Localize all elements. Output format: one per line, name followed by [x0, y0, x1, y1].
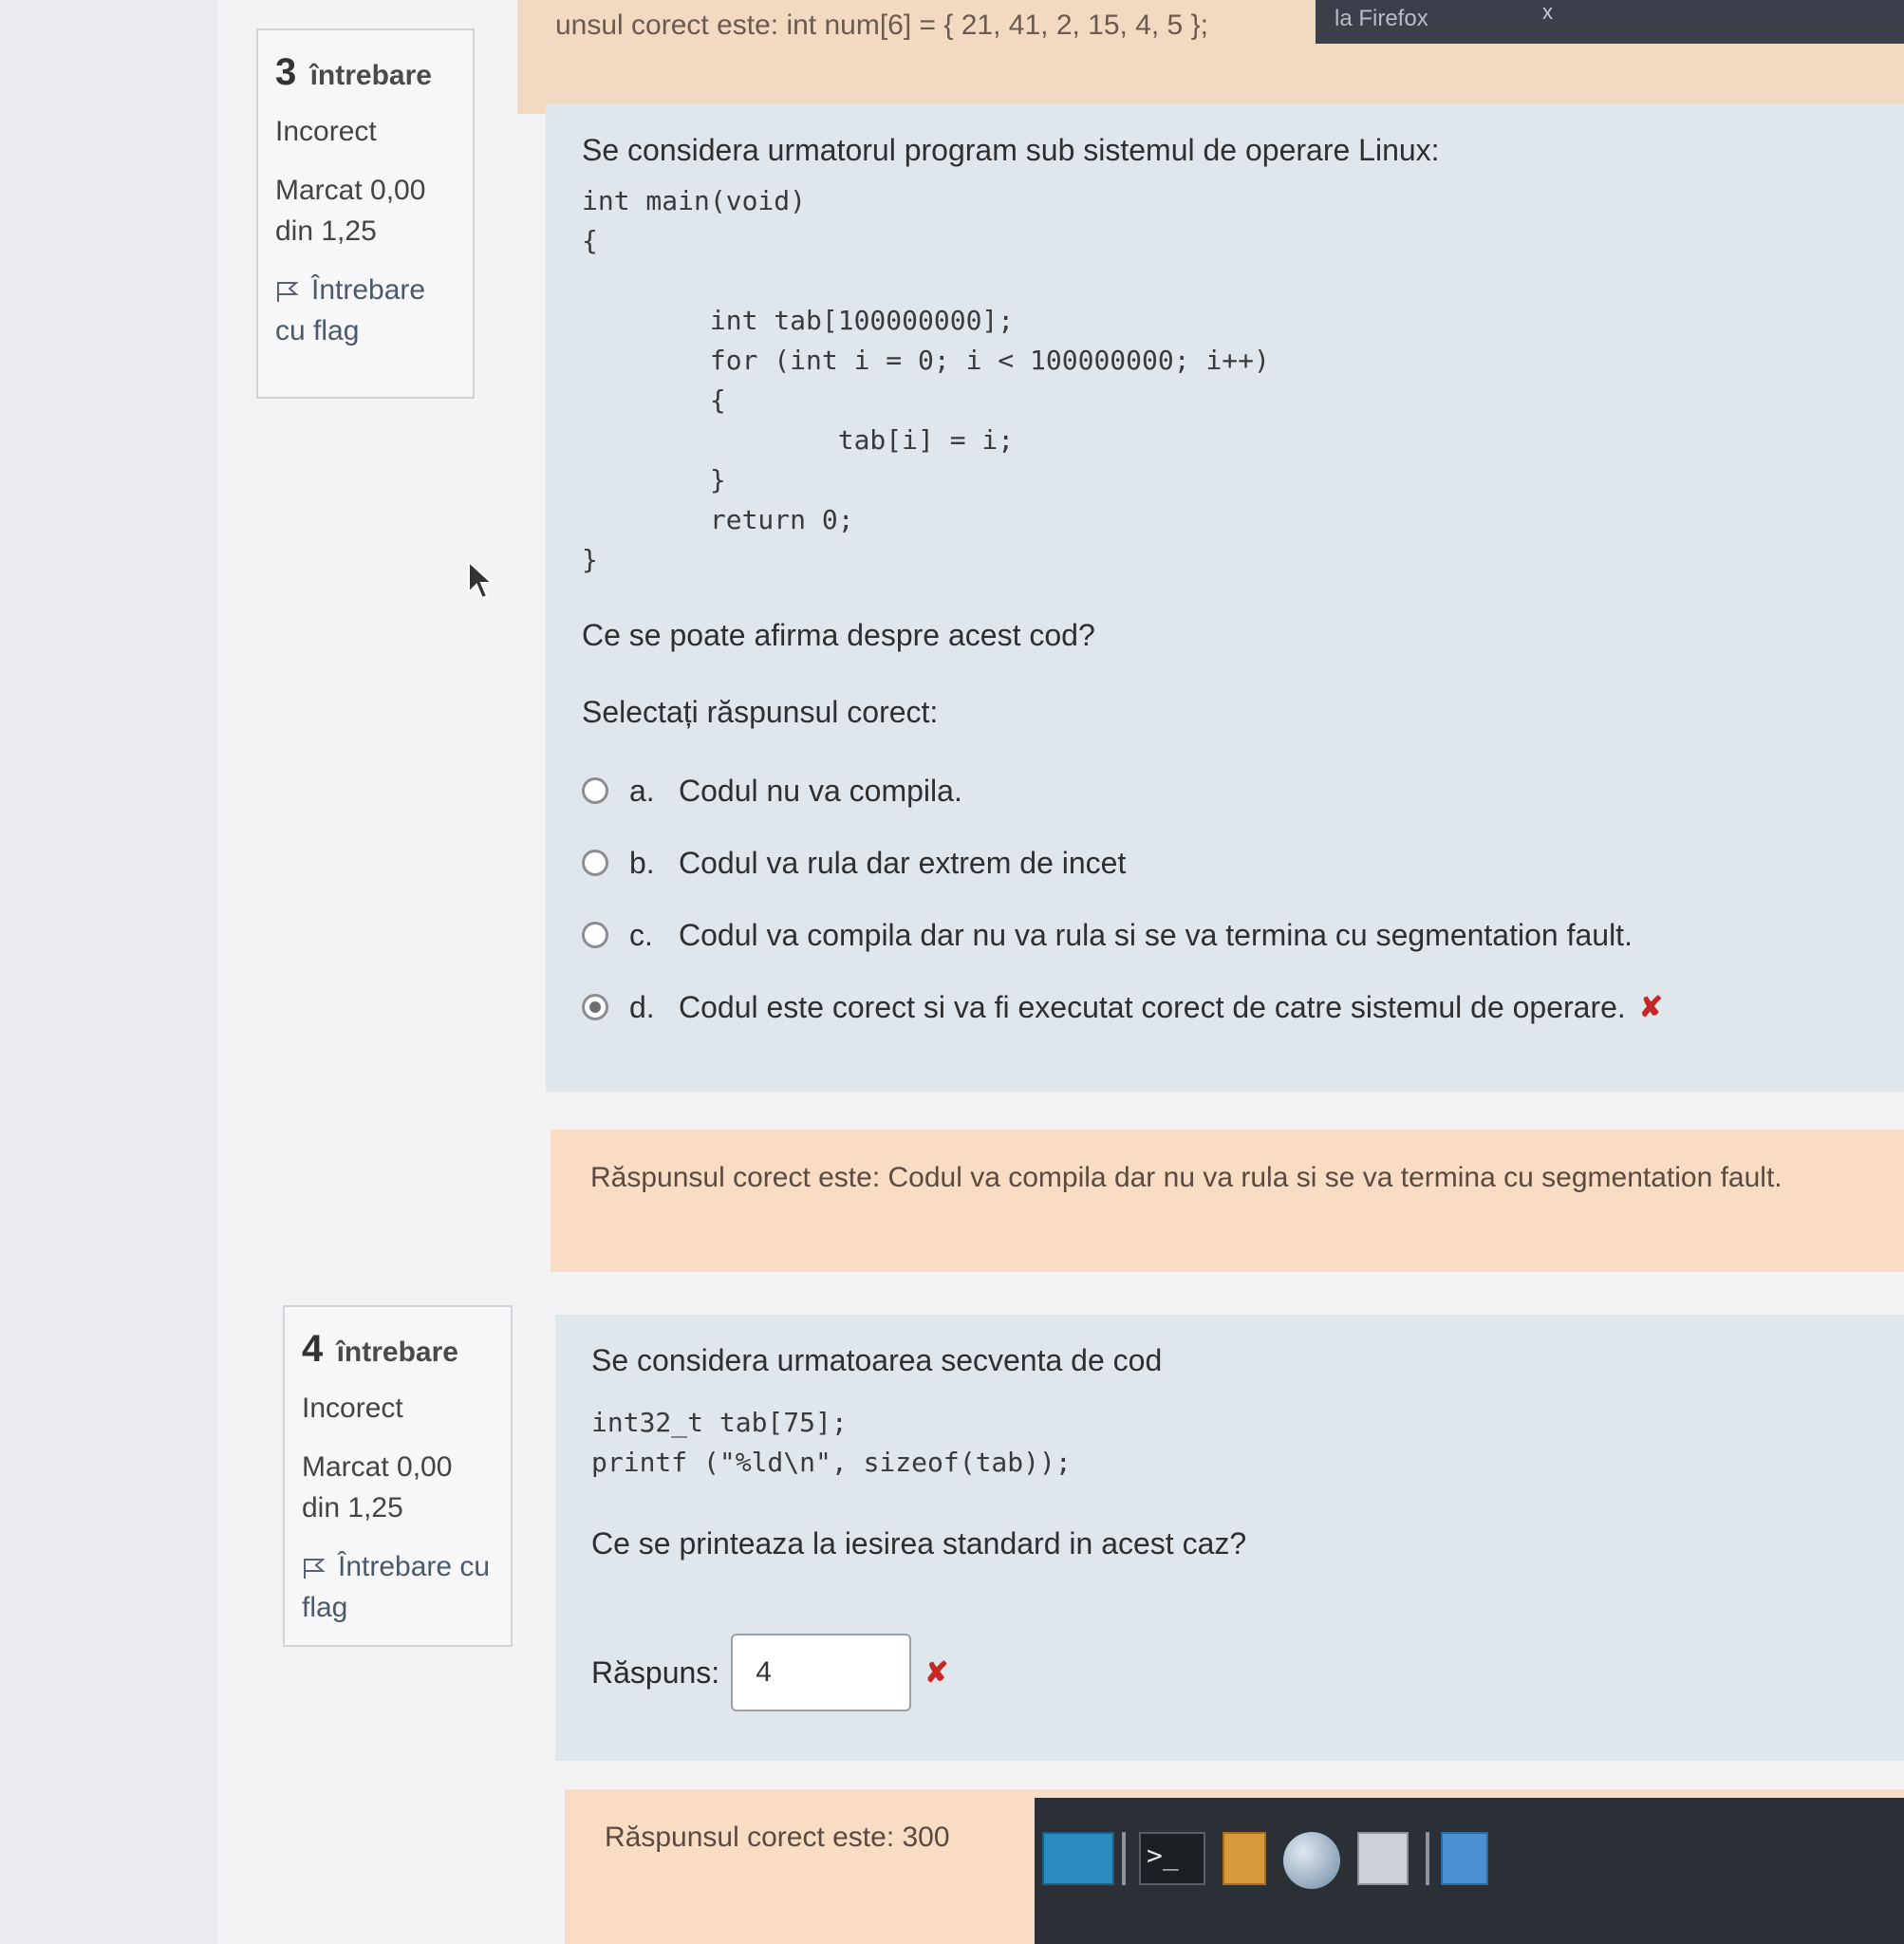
option-d[interactable]: d. Codul este corect si va fi executat c…: [582, 971, 1868, 1043]
taskbar-separator: [1426, 1832, 1429, 1885]
option-text: Codul va compila dar nu va rula si se va…: [679, 917, 1633, 952]
radio-button[interactable]: [582, 850, 608, 876]
show-desktop-button[interactable]: [1042, 1832, 1114, 1885]
question-status: Incorect: [302, 1393, 403, 1424]
answer-input[interactable]: [731, 1634, 912, 1711]
answer-label: Răspuns:: [591, 1654, 720, 1690]
question-3-info: 3 întrebare Incorect Marcat 0,00 din 1,2…: [256, 28, 475, 399]
option-text: Codul este corect si va fi executat core…: [679, 989, 1626, 1024]
question-number: 3: [275, 51, 297, 93]
incorrect-icon: ✘: [924, 1656, 949, 1689]
option-b[interactable]: b. Codul va rula dar extrem de incet: [582, 827, 1868, 899]
search-icon[interactable]: [1357, 1832, 1409, 1885]
window-close-icon[interactable]: x: [1542, 0, 1553, 25]
window-list-icon[interactable]: [1441, 1832, 1488, 1885]
file-manager-icon[interactable]: [1223, 1832, 1266, 1885]
flag-question-link[interactable]: Întrebare cu flag: [302, 1546, 494, 1629]
question-intro: Se considera urmatorul program sub siste…: [582, 133, 1440, 167]
select-prompt: Selectați răspunsul corect:: [582, 695, 939, 729]
correct-answer-text: Răspunsul corect este: 300: [605, 1822, 950, 1853]
question-status: Incorect: [275, 116, 377, 147]
web-browser-icon[interactable]: [1283, 1832, 1340, 1889]
answer-options: a. Codul nu va compila. b. Codul va rula…: [582, 755, 1868, 1043]
code-block: int main(void) { int tab[100000000]; for…: [582, 185, 1270, 575]
question-3-panel: Se considera urmatorul program sub siste…: [546, 104, 1904, 1092]
terminal-glyph: >_: [1147, 1840, 1179, 1871]
question-label: întrebare: [309, 60, 432, 91]
question-label: întrebare: [336, 1336, 458, 1368]
question-text: Ce se poate afirma despre acest cod?: [582, 618, 1095, 652]
question-grade: Marcat 0,00 din 1,25: [275, 174, 426, 248]
window-title-bar: la Firefox: [1316, 0, 1904, 44]
flag-icon: [304, 1558, 326, 1579]
window-title: la Firefox: [1335, 6, 1428, 31]
question-grade: Marcat 0,00 din 1,25: [302, 1450, 453, 1524]
radio-button[interactable]: [582, 777, 608, 804]
option-a[interactable]: a. Codul nu va compila.: [582, 755, 1868, 827]
flag-icon: [277, 281, 299, 302]
page-left-gutter: [0, 0, 218, 1944]
option-letter: b.: [629, 845, 655, 880]
option-letter: a.: [629, 773, 655, 808]
correct-answer-text: Răspunsul corect este: Codul va compila …: [590, 1162, 1783, 1193]
option-letter: d.: [629, 989, 655, 1024]
option-text: Codul va rula dar extrem de incet: [679, 845, 1127, 880]
question-3-feedback: Răspunsul corect este: Codul va compila …: [551, 1130, 1904, 1272]
radio-button[interactable]: [582, 922, 608, 948]
code-block: int32_t tab[75]; printf ("%ld\n", sizeof…: [591, 1407, 1072, 1478]
taskbar-separator: [1122, 1832, 1126, 1885]
option-c[interactable]: c. Codul va compila dar nu va rula si se…: [582, 899, 1868, 971]
option-letter: c.: [629, 917, 653, 952]
question-4-panel: Se considera urmatoarea secventa de cod …: [555, 1315, 1904, 1761]
question-4-info: 4 întrebare Incorect Marcat 0,00 din 1,2…: [283, 1305, 513, 1647]
taskbar: >_: [1035, 1798, 1904, 1944]
question-intro: Se considera urmatoarea secventa de cod: [591, 1343, 1163, 1377]
option-text: Codul nu va compila.: [679, 773, 962, 808]
incorrect-icon: ✘: [1638, 991, 1663, 1023]
terminal-icon[interactable]: >_: [1139, 1832, 1205, 1885]
question-text: Ce se printeaza la iesirea standard in a…: [591, 1526, 1247, 1561]
flag-label: Întrebare cu flag: [302, 1550, 491, 1624]
radio-button-selected[interactable]: [582, 994, 608, 1020]
flag-question-link[interactable]: Întrebare cu flag: [275, 270, 456, 352]
answer-row: Răspuns: ✘: [591, 1634, 1868, 1711]
mouse-cursor-icon: [468, 560, 495, 600]
previous-feedback-text: unsul corect este: int num[6] = { 21, 41…: [555, 9, 1208, 41]
question-number: 4: [302, 1328, 324, 1370]
